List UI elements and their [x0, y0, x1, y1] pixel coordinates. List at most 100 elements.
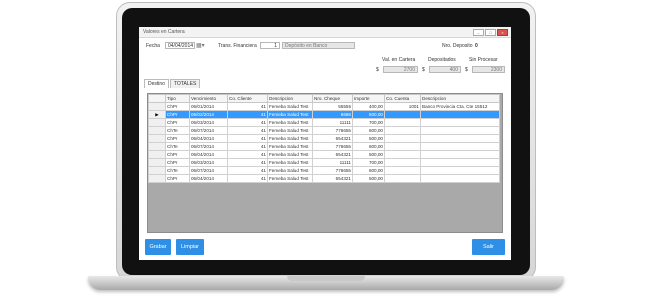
table-cell[interactable] — [384, 110, 421, 119]
table-cell[interactable]: 41 — [227, 102, 268, 111]
table-row[interactable]: ChPr 06/04/2014 41 Femeba Salud Test 654321 5… — [148, 134, 500, 143]
table-row[interactable]: ▶ ChPr 06/02/2014 41 Femeba Salud Test 6666 50… — [148, 110, 500, 119]
table-cell[interactable]: Femeba Salud Test — [267, 166, 313, 175]
table-cell[interactable]: Femeba Salud Test — [267, 102, 313, 111]
table-cell[interactable]: Femeba Salud Test — [267, 174, 313, 183]
table-cell[interactable]: ChPr — [165, 118, 190, 127]
table-cell[interactable]: Femeba Salud Test — [267, 142, 313, 151]
table-cell[interactable] — [420, 174, 500, 183]
col-header-descripcion[interactable]: Descripcion — [267, 94, 313, 103]
table-cell[interactable]: 776655 — [312, 142, 353, 151]
table-cell[interactable] — [384, 126, 421, 135]
table-cell[interactable]: ChTe — [165, 142, 190, 151]
table-cell[interactable] — [384, 174, 421, 183]
row-indicator[interactable]: ▶ — [148, 110, 166, 119]
row-indicator[interactable] — [148, 142, 166, 151]
table-cell[interactable]: ChPr — [165, 110, 190, 119]
row-indicator[interactable] — [148, 102, 166, 111]
table-cell[interactable] — [420, 142, 500, 151]
table-cell[interactable]: 06/03/2014 — [189, 158, 228, 167]
table-cell[interactable]: 06/07/2014 — [189, 166, 228, 175]
row-indicator[interactable] — [148, 166, 166, 175]
table-cell[interactable]: 600,00 — [352, 166, 385, 175]
col-header-vencimiento[interactable]: Vencimiento — [189, 94, 228, 103]
table-cell[interactable]: 1001 — [384, 102, 421, 111]
table-row[interactable]: ChPr 06/03/2014 41 Femeba Salud Test 11111 70… — [148, 158, 500, 167]
row-indicator[interactable] — [148, 118, 166, 127]
table-cell[interactable]: 06/04/2014 — [189, 150, 228, 159]
salir-button[interactable]: Salir — [472, 239, 505, 255]
table-cell[interactable]: 776655 — [312, 126, 353, 135]
table-cell[interactable]: Banco Provincia Cta. Cte 15512 — [420, 102, 500, 111]
table-cell[interactable]: 41 — [227, 118, 268, 127]
table-cell[interactable]: Femeba Salud Test — [267, 134, 313, 143]
table-row[interactable]: ChTe 06/07/2014 41 Femeba Salud Test 776655 6… — [148, 142, 500, 151]
table-row[interactable]: ChPr 06/04/2014 41 Femeba Salud Test 654321 5… — [148, 174, 500, 183]
table-cell[interactable]: 654321 — [312, 150, 353, 159]
table-cell[interactable]: 06/01/2014 — [189, 102, 228, 111]
table-cell[interactable]: 41 — [227, 158, 268, 167]
table-cell[interactable] — [420, 126, 500, 135]
minimize-icon[interactable]: – — [473, 29, 484, 36]
table-cell[interactable]: 700,00 — [352, 118, 385, 127]
close-icon[interactable]: × — [497, 29, 508, 36]
table-cell[interactable]: 55555 — [312, 102, 353, 111]
table-cell[interactable]: 41 — [227, 166, 268, 175]
table-cell[interactable]: Femeba Salud Test — [267, 150, 313, 159]
table-cell[interactable]: ChPr — [165, 158, 190, 167]
table-cell[interactable] — [420, 110, 500, 119]
table-cell[interactable]: ChTe — [165, 166, 190, 175]
table-cell[interactable]: 06/02/2014 — [189, 110, 228, 119]
table-cell[interactable]: 600,00 — [352, 126, 385, 135]
table-cell[interactable] — [420, 150, 500, 159]
row-indicator[interactable] — [148, 134, 166, 143]
tab-destino[interactable]: Destino — [144, 79, 169, 88]
table-cell[interactable]: ChPr — [165, 134, 190, 143]
maximize-icon[interactable]: □ — [485, 29, 496, 36]
table-cell[interactable]: 41 — [227, 150, 268, 159]
table-cell[interactable] — [384, 118, 421, 127]
table-cell[interactable]: 500,00 — [352, 174, 385, 183]
table-cell[interactable]: 11111 — [312, 158, 353, 167]
table-cell[interactable] — [384, 150, 421, 159]
table-cell[interactable]: Femeba Salud Test — [267, 158, 313, 167]
table-cell[interactable]: 654321 — [312, 134, 353, 143]
table-cell[interactable]: 06/07/2014 — [189, 126, 228, 135]
col-header-co-cuenta[interactable]: Co. Cuenta — [384, 94, 421, 103]
table-cell[interactable] — [384, 158, 421, 167]
table-cell[interactable]: 11111 — [312, 118, 353, 127]
table-cell[interactable]: 06/03/2014 — [189, 118, 228, 127]
col-header-importe[interactable]: Importe — [352, 94, 385, 103]
table-row[interactable]: ChPr 06/01/2014 41 Femeba Salud Test 55555 40… — [148, 102, 500, 111]
table-cell[interactable] — [420, 134, 500, 143]
table-cell[interactable]: 41 — [227, 126, 268, 135]
table-cell[interactable] — [420, 166, 500, 175]
row-indicator[interactable] — [148, 158, 166, 167]
table-cell[interactable]: 41 — [227, 174, 268, 183]
row-indicator[interactable] — [148, 150, 166, 159]
table-cell[interactable]: 41 — [227, 134, 268, 143]
table-cell[interactable]: 500,00 — [352, 134, 385, 143]
table-cell[interactable]: 500,00 — [352, 110, 385, 119]
table-cell[interactable]: ChPr — [165, 174, 190, 183]
row-indicator[interactable] — [148, 174, 166, 183]
table-cell[interactable]: ChPr — [165, 102, 190, 111]
table-cell[interactable]: 06/07/2014 — [189, 142, 228, 151]
table-cell[interactable]: 41 — [227, 142, 268, 151]
table-cell[interactable]: 06/04/2014 — [189, 174, 228, 183]
table-row[interactable]: ChPr 06/04/2014 41 Femeba Salud Test 654321 5… — [148, 150, 500, 159]
table-cell[interactable]: Femeba Salud Test — [267, 110, 313, 119]
table-cell[interactable]: 41 — [227, 110, 268, 119]
grabar-button[interactable]: Grabar — [145, 239, 171, 255]
limpiar-button[interactable]: Limpiar — [176, 239, 204, 255]
table-cell[interactable]: ChTe — [165, 126, 190, 135]
table-cell[interactable]: 776655 — [312, 166, 353, 175]
table-cell[interactable] — [384, 142, 421, 151]
tab-totales[interactable]: TOTALES — [169, 79, 201, 88]
table-row[interactable]: ChTe 06/07/2014 41 Femeba Salud Test 776655 6… — [148, 126, 500, 135]
col-header-nro-cheque[interactable]: Nro. Cheque — [312, 94, 353, 103]
table-cell[interactable]: 400,00 — [352, 102, 385, 111]
table-cell[interactable] — [384, 166, 421, 175]
col-header-tipo[interactable]: Tipo — [165, 94, 190, 103]
table-cell[interactable]: 600,00 — [352, 142, 385, 151]
